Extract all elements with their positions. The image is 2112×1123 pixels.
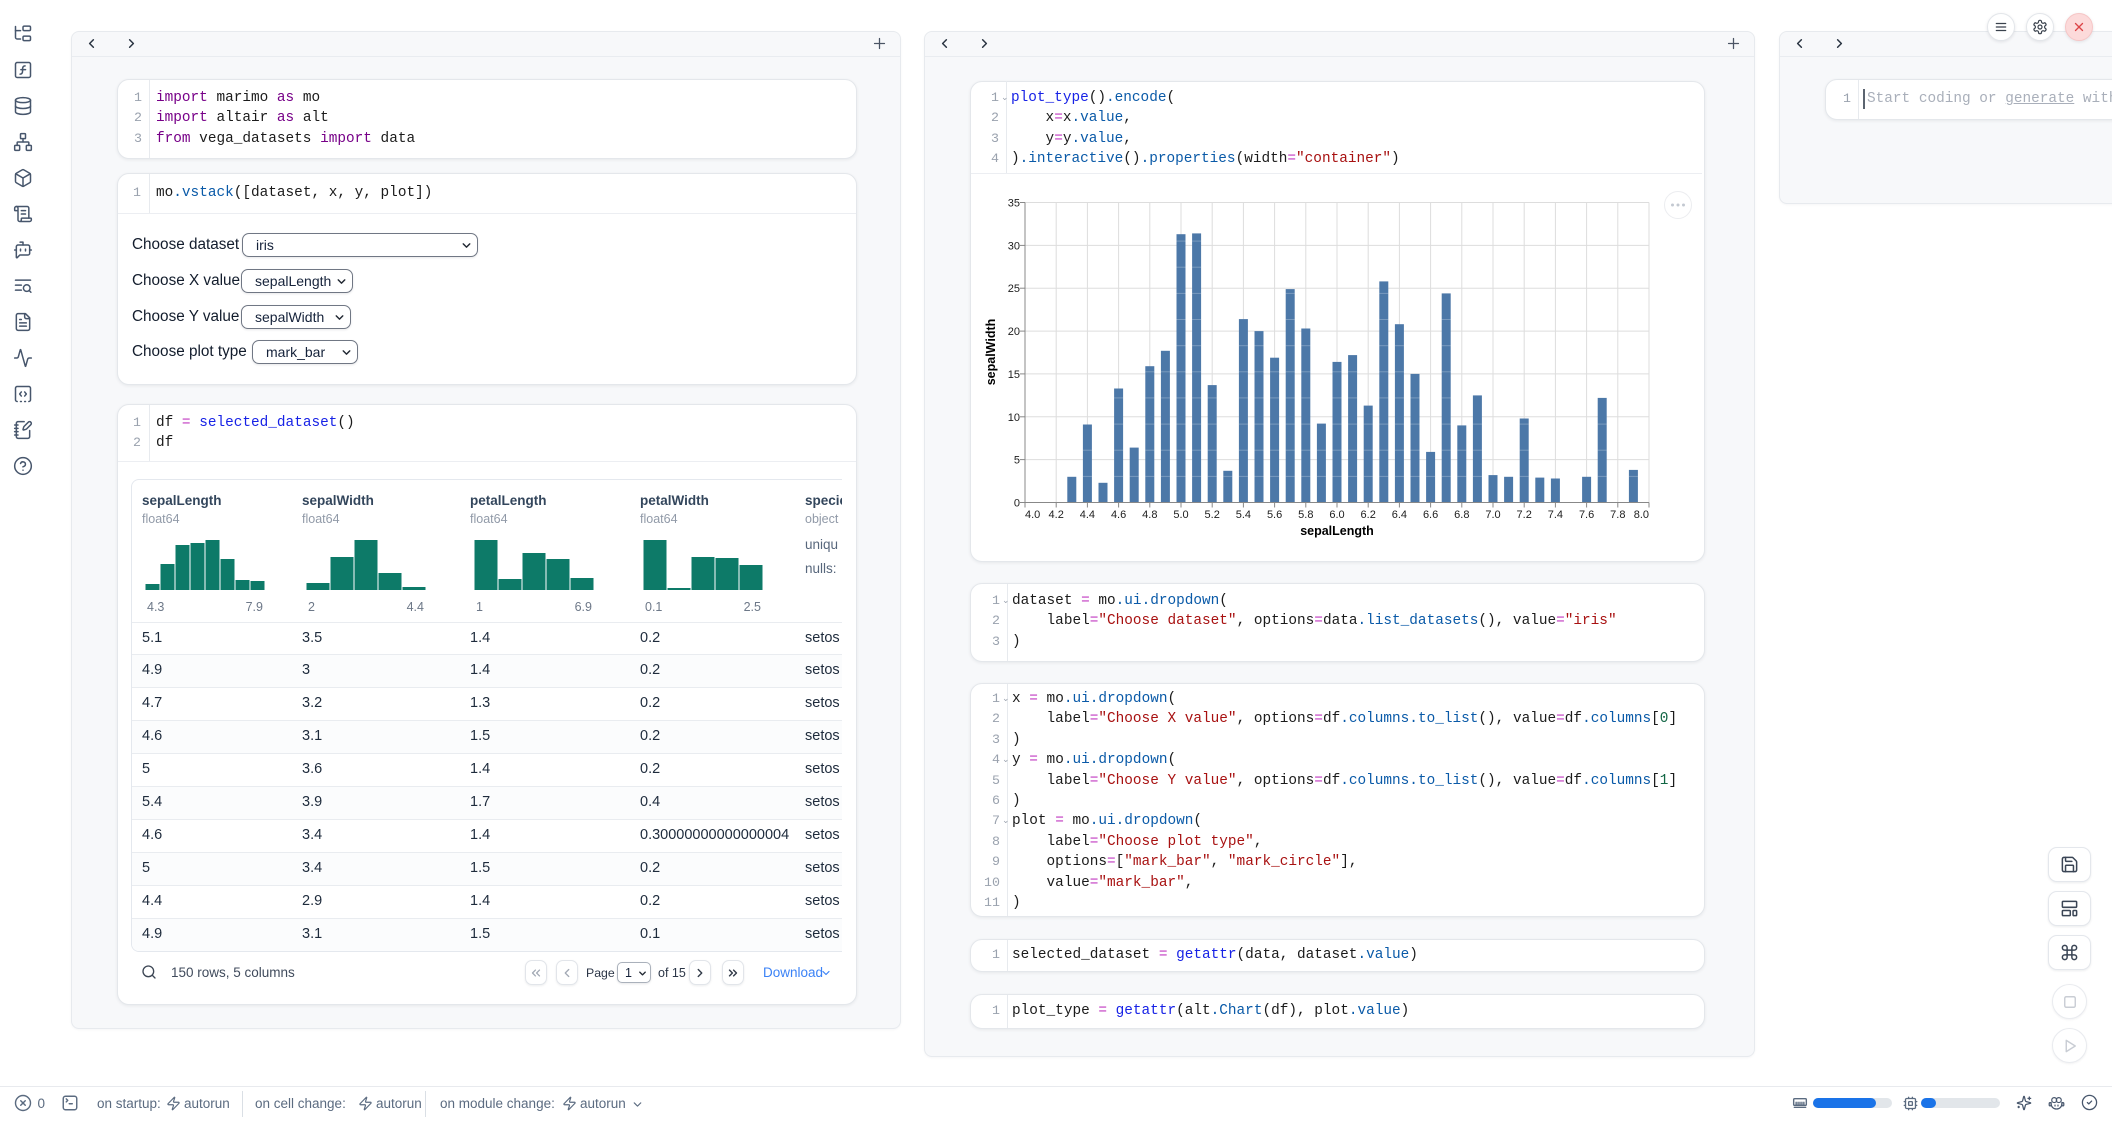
- svg-text:5.8: 5.8: [1298, 509, 1313, 521]
- svg-text:4.8: 4.8: [1142, 509, 1157, 521]
- svg-text:sepalWidth: sepalWidth: [984, 319, 998, 386]
- svg-text:sepalLength: sepalLength: [1300, 524, 1374, 538]
- svg-text:5: 5: [1014, 455, 1020, 467]
- svg-text:4.0: 4.0: [1025, 509, 1040, 521]
- svg-text:5.2: 5.2: [1205, 509, 1220, 521]
- svg-text:35: 35: [1008, 198, 1020, 210]
- svg-text:7.8: 7.8: [1610, 509, 1625, 521]
- svg-text:6.6: 6.6: [1423, 509, 1438, 521]
- svg-text:7.6: 7.6: [1579, 509, 1594, 521]
- svg-text:6.4: 6.4: [1392, 509, 1407, 521]
- svg-text:20: 20: [1008, 326, 1020, 338]
- svg-text:5.4: 5.4: [1236, 509, 1251, 521]
- svg-text:5.6: 5.6: [1267, 509, 1282, 521]
- svg-text:0: 0: [1014, 498, 1020, 510]
- svg-text:7.4: 7.4: [1548, 509, 1563, 521]
- svg-text:6.2: 6.2: [1361, 509, 1376, 521]
- svg-text:4.4: 4.4: [1080, 509, 1095, 521]
- svg-text:6.0: 6.0: [1329, 509, 1344, 521]
- svg-text:8.0: 8.0: [1634, 509, 1649, 521]
- svg-text:4.6: 4.6: [1111, 509, 1126, 521]
- svg-text:15: 15: [1008, 369, 1020, 381]
- svg-text:25: 25: [1008, 283, 1020, 295]
- svg-text:6.8: 6.8: [1454, 509, 1469, 521]
- svg-text:30: 30: [1008, 240, 1020, 252]
- svg-text:5.0: 5.0: [1173, 509, 1188, 521]
- svg-text:7.0: 7.0: [1485, 509, 1500, 521]
- svg-text:7.2: 7.2: [1517, 509, 1532, 521]
- svg-text:4.2: 4.2: [1049, 509, 1064, 521]
- svg-text:10: 10: [1008, 412, 1020, 424]
